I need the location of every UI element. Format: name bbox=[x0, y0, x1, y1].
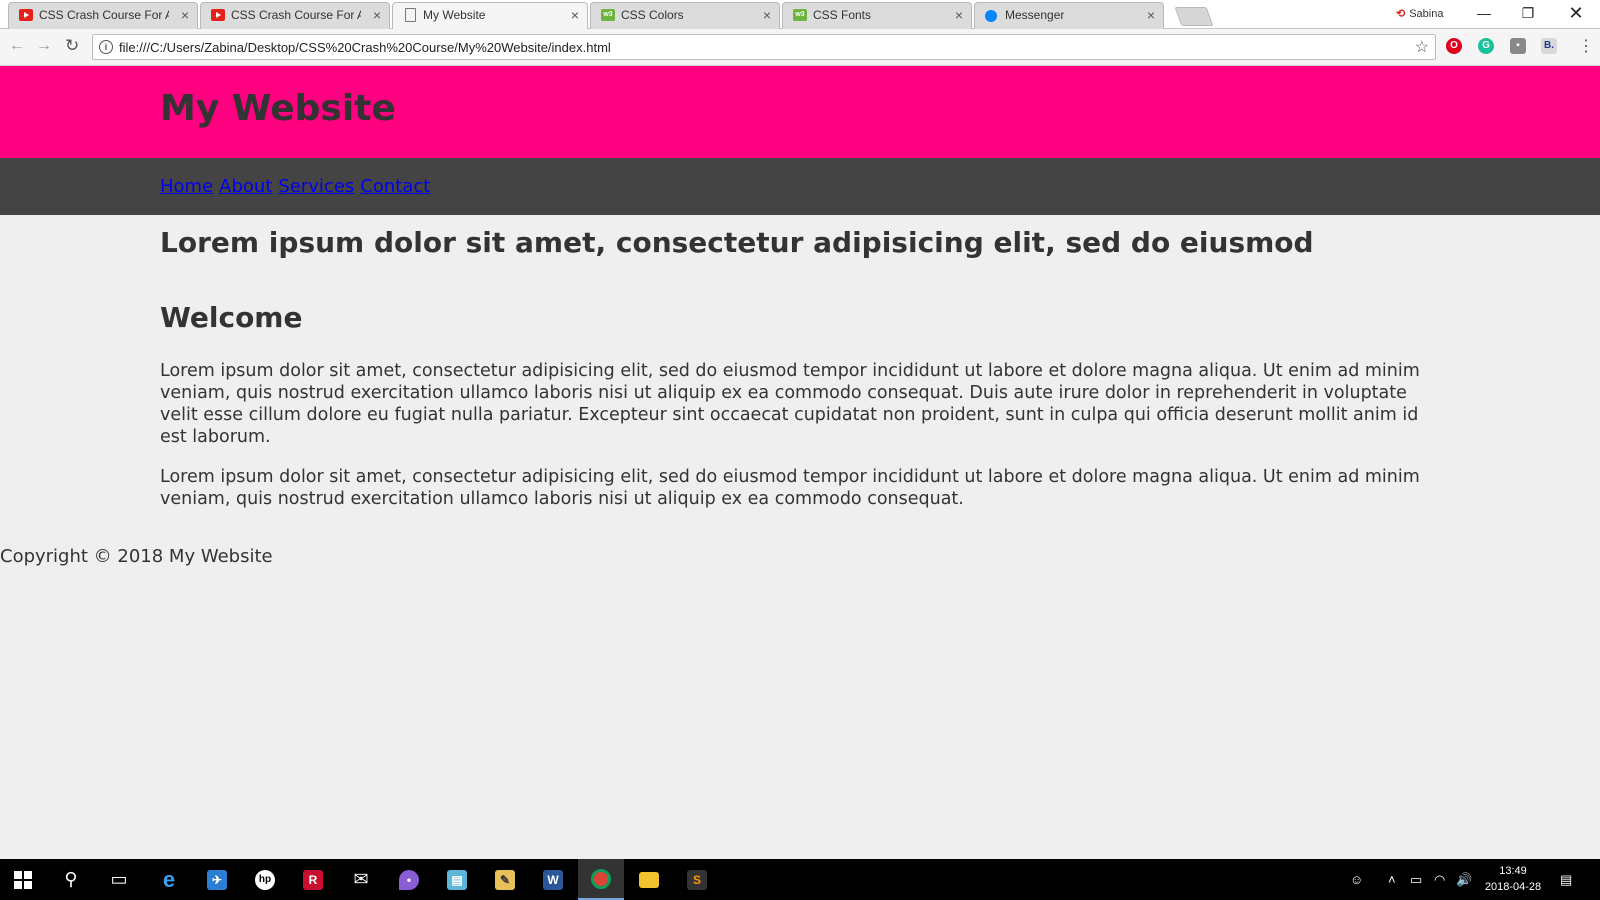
back-button[interactable]: ← bbox=[9, 37, 25, 55]
restore-button[interactable]: ❐ bbox=[1506, 0, 1550, 29]
mail-icon[interactable]: ✉ bbox=[338, 859, 384, 900]
forward-button[interactable]: → bbox=[36, 37, 52, 55]
new-tab-button[interactable] bbox=[1174, 7, 1214, 26]
people-icon[interactable]: ☺ bbox=[1350, 859, 1363, 900]
profile-name: Sabina bbox=[1409, 8, 1444, 20]
menu-icon[interactable]: ⋮ bbox=[1578, 36, 1594, 56]
browser-tab[interactable]: Messenger × bbox=[974, 2, 1164, 29]
nav-link-services[interactable]: Services bbox=[278, 176, 354, 197]
maps-icon[interactable]: • bbox=[386, 859, 432, 900]
task-view-icon[interactable]: ▭ bbox=[96, 859, 142, 900]
close-tab-icon[interactable]: × bbox=[181, 3, 189, 28]
web-page: My Website Home About Services Contact Lore… bbox=[0, 66, 1600, 859]
browser-tab[interactable]: w3 CSS Colors × bbox=[590, 2, 780, 29]
paragraph: Lorem ipsum dolor sit amet, consectetur … bbox=[160, 361, 1420, 447]
booking-extension-icon[interactable]: B. bbox=[1541, 38, 1557, 54]
opera-extension-icon[interactable]: O bbox=[1446, 38, 1462, 54]
volume-icon[interactable]: 🔊 bbox=[1456, 859, 1472, 900]
file-explorer-icon[interactable] bbox=[626, 859, 672, 900]
minimize-button[interactable]: — bbox=[1462, 0, 1506, 29]
app-icon[interactable]: ▤ bbox=[434, 859, 480, 900]
profile-button[interactable]: ⟲ Sabina bbox=[1396, 7, 1443, 20]
tab-title: CSS Crash Course For Ab bbox=[231, 8, 361, 22]
tab-title: CSS Fonts bbox=[813, 8, 872, 22]
nav-link-about[interactable]: About bbox=[219, 176, 272, 197]
tab-title: My Website bbox=[423, 8, 486, 22]
extension-icon[interactable]: ▪ bbox=[1510, 38, 1526, 54]
grammarly-extension-icon[interactable]: G bbox=[1478, 38, 1494, 54]
close-tab-icon[interactable]: × bbox=[571, 3, 579, 28]
tab-title: CSS Colors bbox=[621, 8, 684, 22]
youtube-icon bbox=[19, 9, 33, 21]
word-icon[interactable]: W bbox=[530, 859, 576, 900]
close-tab-icon[interactable]: × bbox=[1147, 3, 1155, 28]
close-tab-icon[interactable]: × bbox=[373, 3, 381, 28]
taskbar: ⚲ ▭ e ✈ hp R ✉ • ▤ ✎ W S ☺ ˄ ▭ ◠ 🔊 13:49… bbox=[0, 859, 1600, 900]
wifi-icon[interactable]: ◠ bbox=[1434, 859, 1445, 900]
close-tab-icon[interactable]: × bbox=[763, 3, 771, 28]
close-tab-icon[interactable]: × bbox=[955, 3, 963, 28]
tab-title: Messenger bbox=[1005, 8, 1065, 22]
reload-button[interactable]: ↻ bbox=[65, 36, 79, 56]
address-bar[interactable]: i file:///C:/Users/Zabina/Desktop/CSS%20… bbox=[92, 34, 1436, 60]
paragraph: Lorem ipsum dolor sit amet, consectetur … bbox=[160, 467, 1420, 509]
paint-icon[interactable]: ✎ bbox=[482, 859, 528, 900]
app-icon[interactable]: ✈ bbox=[194, 859, 240, 900]
site-nav: Home About Services Contact bbox=[0, 158, 1600, 215]
document-icon bbox=[405, 8, 416, 22]
site-header: My Website bbox=[0, 66, 1600, 158]
browser-tab[interactable]: CSS Crash Course For Ab × bbox=[8, 2, 198, 29]
site-footer: Copyright © 2018 My Website bbox=[0, 546, 273, 567]
clock-date: 2018-04-28 bbox=[1484, 881, 1542, 893]
browser-tab[interactable]: CSS Crash Course For Ab × bbox=[200, 2, 390, 29]
close-window-button[interactable]: ✕ bbox=[1554, 0, 1598, 29]
browser-tab[interactable]: w3 CSS Fonts × bbox=[782, 2, 972, 29]
clock-time: 13:49 bbox=[1499, 865, 1527, 877]
windows-icon bbox=[14, 870, 32, 889]
chrome-icon[interactable] bbox=[578, 859, 624, 900]
sublime-text-icon[interactable]: S bbox=[674, 859, 720, 900]
youtube-icon bbox=[211, 9, 225, 21]
profile-icon: ⟲ bbox=[1396, 8, 1406, 20]
url-text[interactable]: file:///C:/Users/Zabina/Desktop/CSS%20Cr… bbox=[119, 40, 611, 55]
app-icon[interactable]: R bbox=[290, 859, 336, 900]
w3schools-icon: w3 bbox=[601, 9, 615, 21]
bookmark-star-icon[interactable]: ☆ bbox=[1415, 37, 1429, 57]
w3schools-icon: w3 bbox=[793, 9, 807, 21]
battery-icon[interactable]: ▭ bbox=[1410, 859, 1422, 900]
nav-link-home[interactable]: Home bbox=[160, 176, 213, 197]
info-icon[interactable]: i bbox=[99, 40, 113, 54]
show-hidden-icons[interactable]: ˄ bbox=[1388, 859, 1396, 900]
edge-icon[interactable]: e bbox=[146, 859, 192, 900]
nav-link-contact[interactable]: Contact bbox=[360, 176, 430, 197]
welcome-heading: Welcome bbox=[160, 301, 303, 334]
tab-title: CSS Crash Course For Ab bbox=[39, 8, 169, 22]
search-icon[interactable]: ⚲ bbox=[48, 859, 94, 900]
browser-tab-active[interactable]: My Website × bbox=[392, 2, 588, 29]
browser-toolbar: ← → ↻ i file:///C:/Users/Zabina/Desktop/… bbox=[0, 29, 1600, 66]
start-button[interactable] bbox=[0, 859, 46, 900]
hp-icon[interactable]: hp bbox=[242, 859, 288, 900]
browser-tab-strip: CSS Crash Course For Ab × CSS Crash Cour… bbox=[0, 0, 1600, 29]
page-headline: Lorem ipsum dolor sit amet, consectetur … bbox=[160, 226, 1314, 259]
notifications-icon[interactable]: ▤ bbox=[1560, 859, 1572, 900]
clock[interactable]: 13:49 2018-04-28 bbox=[1478, 863, 1548, 895]
site-title: My Website bbox=[160, 88, 396, 129]
messenger-icon bbox=[985, 10, 997, 22]
main-content: Lorem ipsum dolor sit amet, consectetur … bbox=[160, 226, 1420, 510]
